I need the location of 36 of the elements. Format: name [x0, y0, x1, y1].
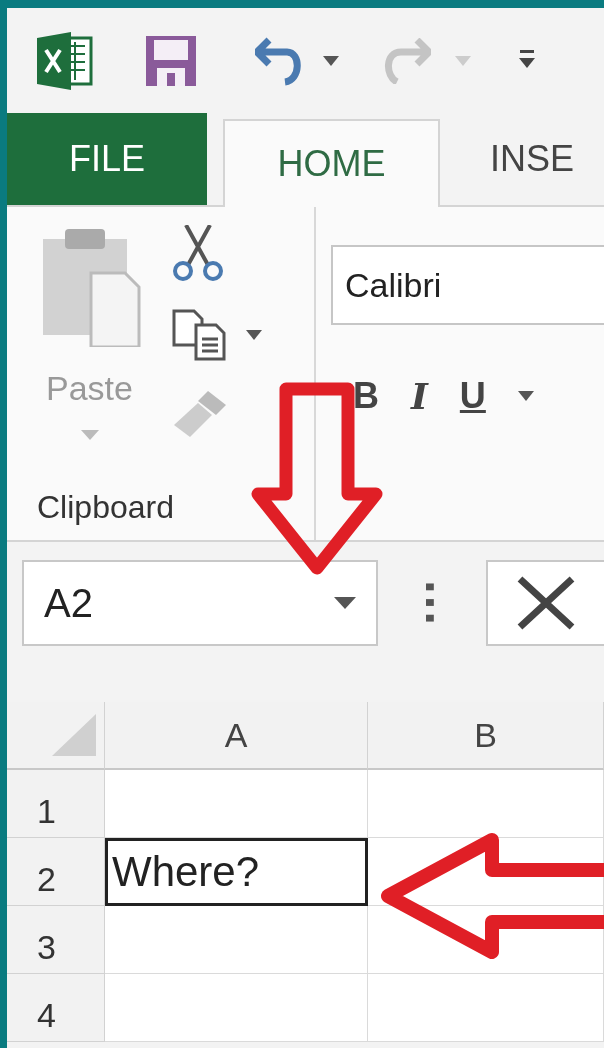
cancel-icon[interactable] [516, 575, 577, 631]
ribbon-tab[interactable]: INSE [459, 113, 604, 205]
copy-icon[interactable] [172, 309, 226, 361]
cut-icon[interactable] [172, 225, 224, 281]
spreadsheet-cell[interactable] [368, 906, 604, 974]
ribbon-tab[interactable]: FILE [7, 113, 208, 205]
spreadsheet-cell[interactable] [105, 770, 368, 838]
spreadsheet-cell[interactable] [105, 906, 368, 974]
spreadsheet-cell[interactable] [105, 974, 368, 1042]
drag-handle-icon[interactable] [426, 583, 435, 623]
column-header[interactable]: B [368, 702, 604, 770]
spreadsheet-cell[interactable] [368, 838, 604, 906]
row-header[interactable]: 1 [7, 770, 105, 838]
font-name-field[interactable]: Calibri [331, 245, 604, 325]
row-header[interactable]: 3 [7, 906, 105, 974]
caret-icon [455, 55, 471, 66]
save-icon[interactable] [145, 34, 197, 87]
paste-label: Paste [46, 369, 133, 408]
format-painter-icon [172, 389, 228, 439]
spreadsheet-app-icon [37, 31, 93, 90]
caret-icon[interactable] [323, 55, 339, 66]
caret-icon[interactable] [246, 330, 262, 340]
italic-button[interactable]: I [411, 375, 428, 417]
group-label: Clipboard [36, 489, 175, 527]
underline-button[interactable]: U [459, 375, 486, 417]
ribbon-tab[interactable]: HOME [223, 119, 440, 207]
bold-button[interactable]: B [353, 375, 379, 417]
spreadsheet-cell[interactable] [368, 770, 604, 838]
name-box[interactable]: A2 [22, 560, 379, 646]
spreadsheet-cell[interactable] [368, 974, 604, 1042]
row-header[interactable]: 4 [7, 974, 105, 1042]
row-header[interactable]: 2 [7, 838, 105, 906]
spreadsheet-cell[interactable]: Where? [105, 838, 368, 906]
caret-icon[interactable] [517, 391, 534, 401]
caret-icon [334, 597, 357, 609]
column-header[interactable]: A [105, 702, 368, 770]
